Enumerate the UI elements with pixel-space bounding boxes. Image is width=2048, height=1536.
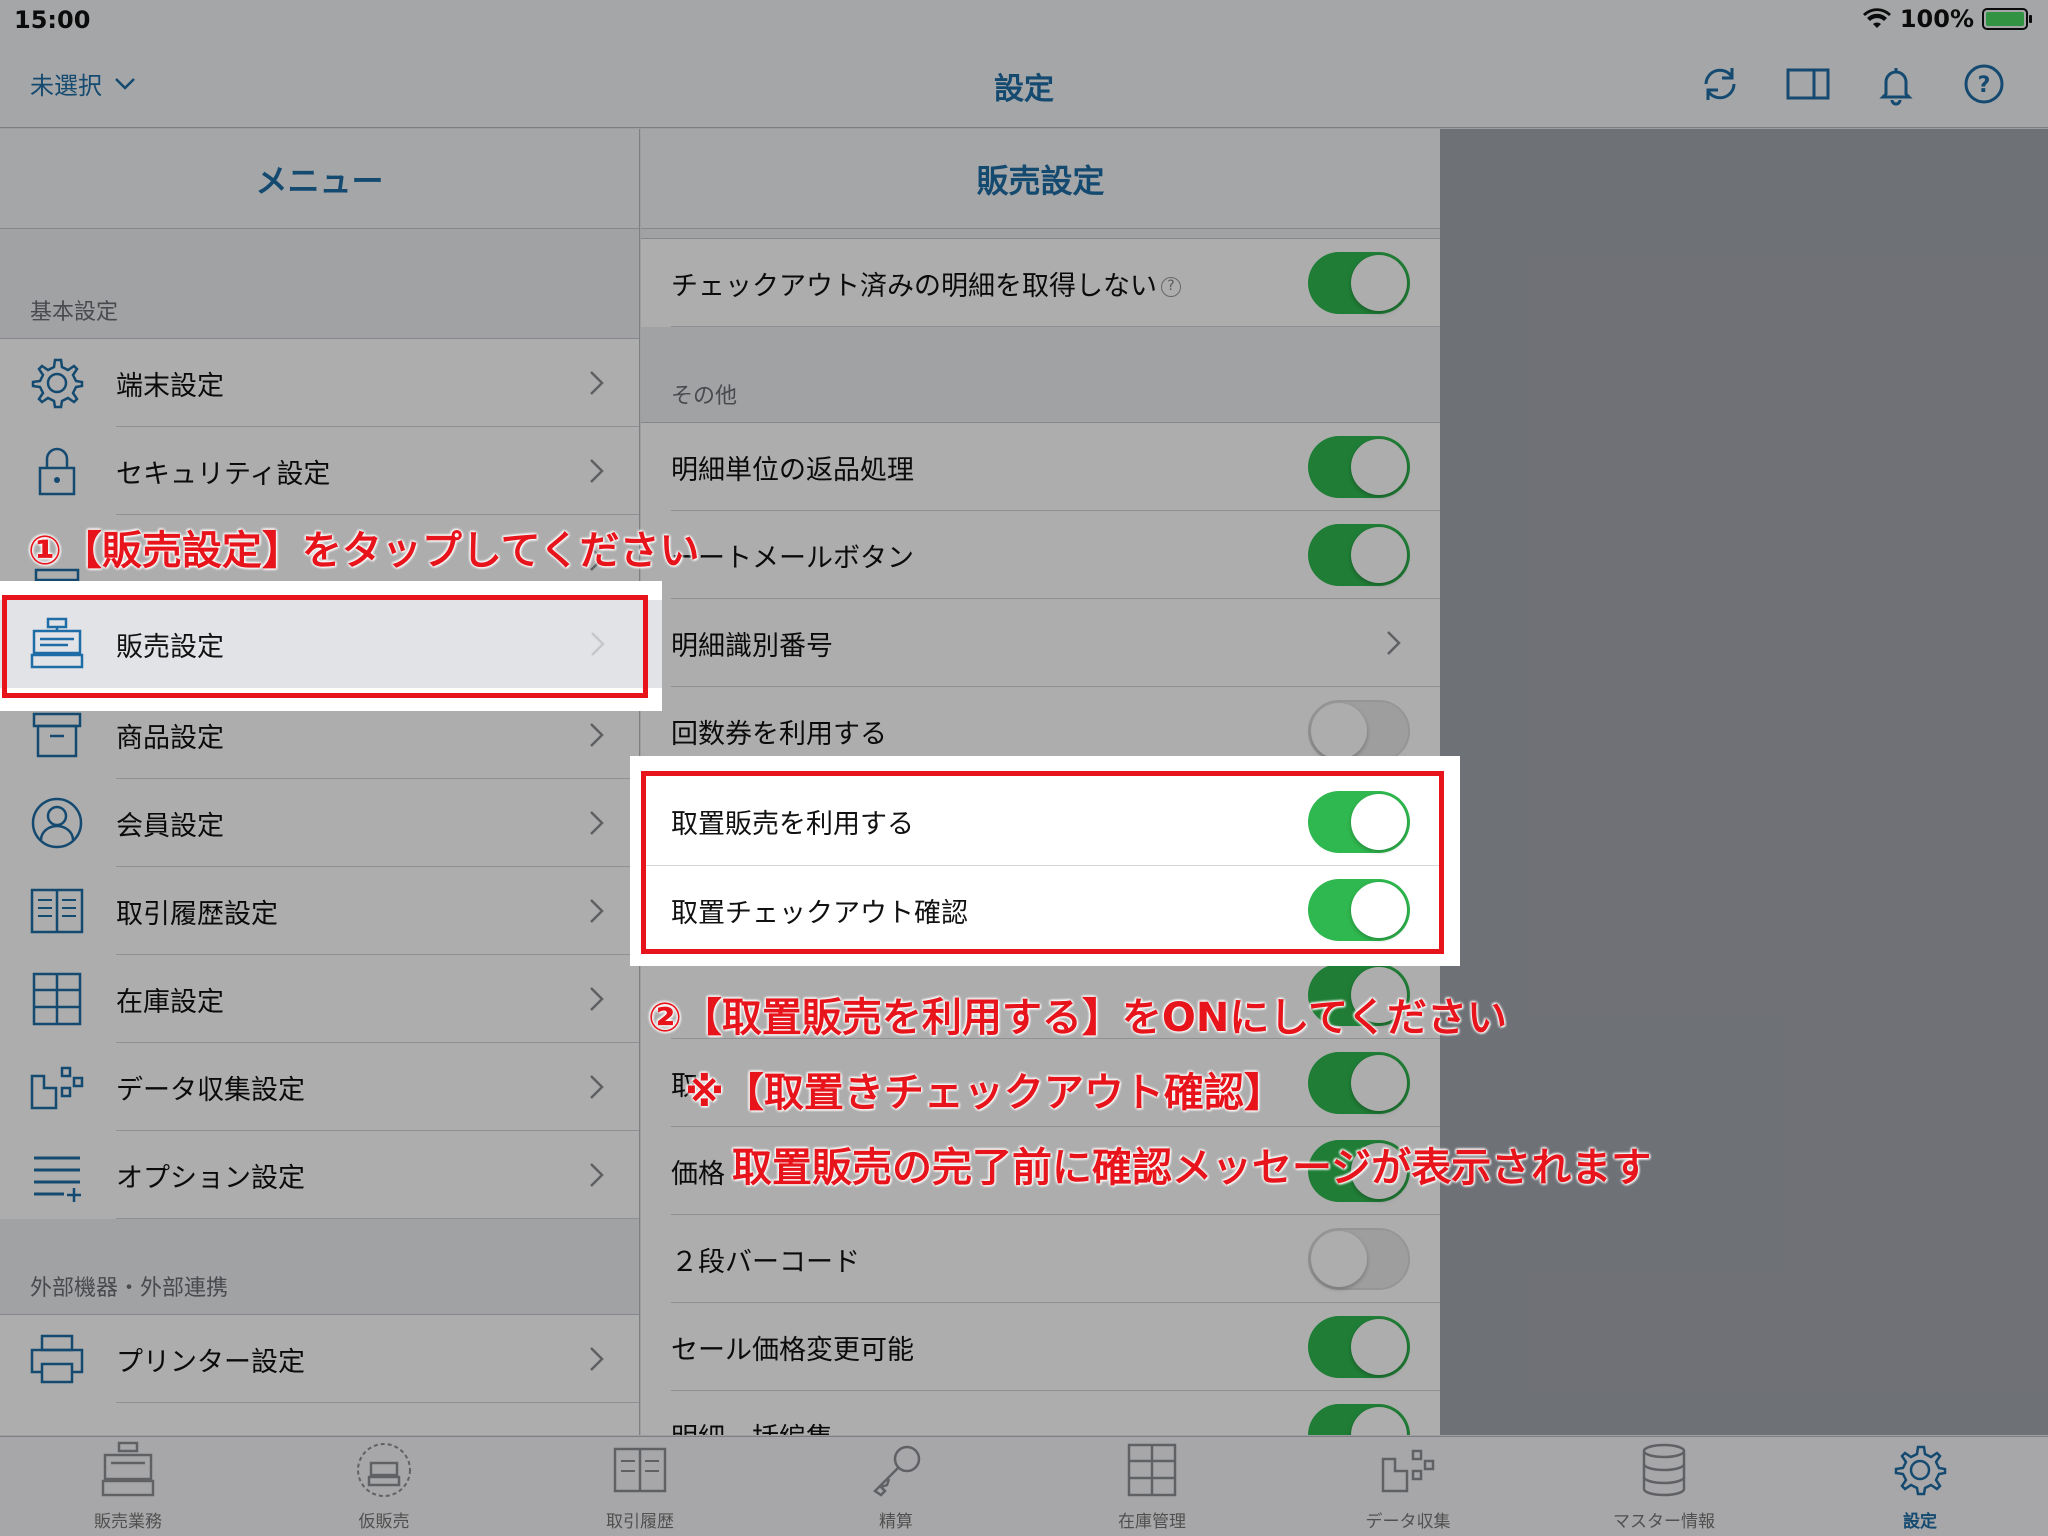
highlight-box-sales-settings <box>2 595 648 698</box>
highlight-box-layaway <box>641 771 1444 954</box>
annotation-step2: ②【取置販売を利用する】をONにしてください <box>648 995 1507 1041</box>
annotation-note2: 取置販売の完了前に確認メッセージが表示されます <box>732 1145 1652 1191</box>
annotation-step1: ①【販売設定】をタップしてください <box>28 528 700 574</box>
annotation-note1: ※【取置きチェックアウト確認】 <box>685 1070 1284 1116</box>
